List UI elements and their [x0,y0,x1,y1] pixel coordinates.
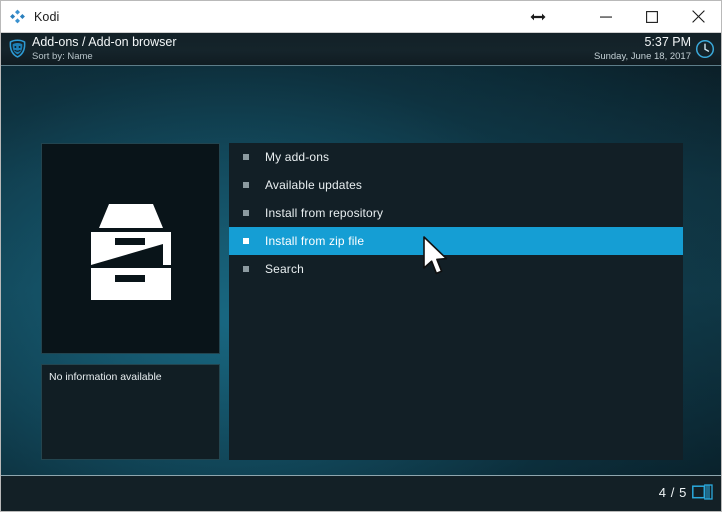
window-titlebar: Kodi [1,1,721,32]
square-bullet-icon [243,266,249,272]
info-panel-text: No information available [49,371,162,383]
window-controls [515,1,721,32]
list-item-selected[interactable]: Install from zip file [229,227,683,255]
thumbnail-panel [41,143,220,354]
list-item[interactable]: Search [229,255,683,283]
kodi-body: No information available My add-ons Avai… [1,66,721,475]
header-clock-group: 5:37 PM Sunday, June 18, 2017 [594,35,691,63]
list-item-label: My add-ons [265,150,330,164]
kodi-shield-icon [8,39,27,58]
pager-label: 4 / 5 [658,485,687,500]
titlebar-identity: Kodi [1,9,59,24]
square-bullet-icon [243,182,249,188]
square-bullet-icon [243,238,249,244]
info-panel: No information available [41,364,220,460]
square-bullet-icon [243,154,249,160]
list-view-icon[interactable] [692,484,713,502]
thumbnail-icon-wrapper [42,144,219,353]
list-item[interactable]: My add-ons [229,143,683,171]
square-bullet-icon [243,210,249,216]
list-item[interactable]: Install from repository [229,199,683,227]
breadcrumb: Add-ons / Add-on browser [32,35,177,49]
list-item-label: Install from repository [265,206,384,220]
close-button[interactable] [675,1,721,32]
clock-date: Sunday, June 18, 2017 [593,51,691,62]
list-item-label: Install from zip file [265,234,365,248]
header-title-group: Add-ons / Add-on browser Sort by: Name [32,35,177,63]
clock-icon [695,39,715,59]
file-cabinet-icon [77,194,185,304]
horizontal-resize-arrow-icon[interactable] [515,1,561,32]
addon-browser-list: My add-ons Available updates Install fro… [229,143,683,460]
maximize-button[interactable] [629,1,675,32]
kodi-application-window: Kodi Add-ons / Add-on browser Sort by: N… [0,0,722,512]
kodi-surface: Add-ons / Add-on browser Sort by: Name 5… [1,33,721,511]
kodi-footer-bar: 4 / 5 [1,475,721,511]
list-item-label: Search [265,262,304,276]
sort-by-label[interactable]: Sort by: Name [32,51,177,63]
minimize-button[interactable] [583,1,629,32]
kodi-logo-icon [10,9,25,24]
clock-time: 5:37 PM [644,35,691,49]
list-item[interactable]: Available updates [229,171,683,199]
kodi-header-bar: Add-ons / Add-on browser Sort by: Name 5… [1,33,721,65]
window-title: Kodi [34,9,60,24]
list-item-label: Available updates [265,178,363,192]
